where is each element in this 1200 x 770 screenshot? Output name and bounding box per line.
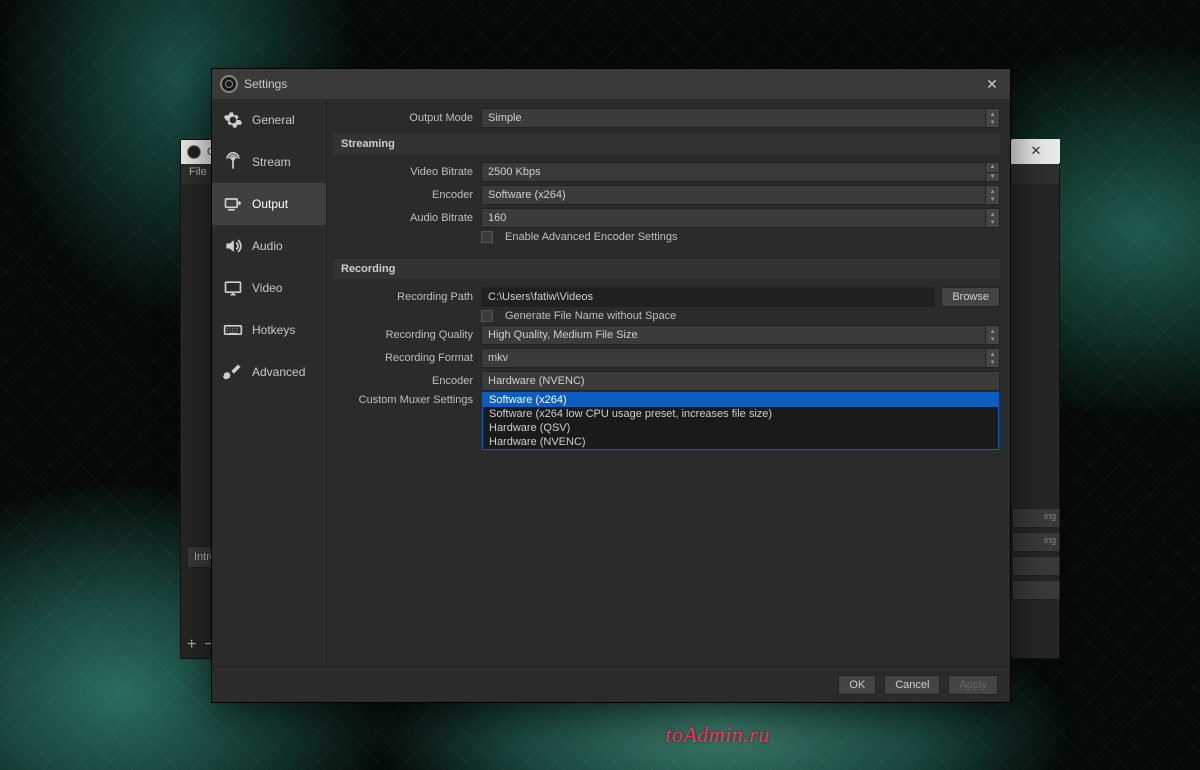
monitor-icon [222,277,244,299]
recording-format-label: Recording Format [333,352,481,364]
settings-close-button[interactable]: ✕ [974,69,1010,99]
video-bitrate-label: Video Bitrate [333,166,481,178]
cancel-button[interactable]: Cancel [884,675,940,695]
apply-button[interactable]: Apply [948,675,998,695]
encoder-option-x264[interactable]: Software (x264) [483,393,998,407]
sidebar-item-hotkeys[interactable]: Hotkeys [212,309,326,351]
output-mode-label: Output Mode [333,112,481,124]
video-bitrate-spinner[interactable]: 2500 Kbps ▲▼ [481,162,1000,182]
recording-section-header: Recording [333,259,1000,279]
recording-encoder-dropdown: Software (x264) Software (x264 low CPU u… [482,392,999,450]
obs-icon [187,145,201,159]
back-right-btn-4[interactable] [1012,580,1060,600]
sidebar-item-label: Advanced [252,365,305,379]
antenna-icon [222,151,244,173]
add-scene-button[interactable]: + [187,636,196,654]
enable-advanced-encoder-checkbox[interactable] [481,231,493,243]
recording-encoder-select[interactable]: Hardware (NVENC) Software (x264) Softwar… [481,371,1000,391]
settings-footer: OK Cancel Apply [212,666,1010,702]
tools-icon [222,361,244,383]
sidebar-item-label: Stream [252,155,291,169]
settings-title: Settings [244,77,287,91]
settings-titlebar: Settings ✕ [212,69,1010,99]
streaming-encoder-select[interactable]: Software (x264) ▴▾ [481,185,1000,205]
encoder-option-nvenc[interactable]: Hardware (NVENC) [483,435,998,449]
filename-no-space-label: Generate File Name without Space [505,310,676,322]
ok-button[interactable]: OK [838,675,876,695]
chevron-updown-icon: ▴▾ [985,186,999,204]
recording-quality-label: Recording Quality [333,329,481,341]
settings-sidebar: General Stream Output Audio [212,99,327,666]
spinner-up-icon[interactable]: ▲ [985,163,999,173]
sidebar-item-video[interactable]: Video [212,267,326,309]
sidebar-item-label: Video [252,281,282,295]
obs-main-close-button[interactable]: ✕ [1012,139,1060,163]
back-right-btn-1[interactable]: ing [1012,508,1060,528]
recording-format-select[interactable]: mkv ▴▾ [481,348,1000,368]
custom-muxer-label: Custom Muxer Settings [333,394,481,406]
chevron-updown-icon: ▴▾ [985,109,999,127]
sidebar-item-label: Audio [252,239,283,253]
chevron-updown-icon: ▴▾ [985,349,999,367]
streaming-encoder-label: Encoder [333,189,481,201]
recording-quality-select[interactable]: High Quality, Medium File Size ▴▾ [481,325,1000,345]
speaker-icon [222,235,244,257]
obs-icon [220,75,238,93]
audio-bitrate-select[interactable]: 160 ▴▾ [481,208,1000,228]
audio-bitrate-label: Audio Bitrate [333,212,481,224]
sidebar-item-output[interactable]: Output [212,183,326,225]
settings-window: Settings ✕ General Stream Outp [211,68,1011,703]
filename-no-space-checkbox[interactable] [481,310,493,322]
settings-main-panel: Output Mode Simple ▴▾ Streaming Video Bi… [327,99,1010,666]
output-icon [222,193,244,215]
enable-advanced-encoder-label: Enable Advanced Encoder Settings [505,231,677,243]
encoder-option-qsv[interactable]: Hardware (QSV) [483,421,998,435]
gear-icon [222,109,244,131]
sidebar-item-stream[interactable]: Stream [212,141,326,183]
back-right-btn-3[interactable] [1012,556,1060,576]
output-mode-select[interactable]: Simple ▴▾ [481,108,1000,128]
chevron-updown-icon: ▴▾ [985,326,999,344]
sidebar-item-label: Hotkeys [252,323,295,337]
keyboard-icon [222,319,244,341]
sidebar-item-general[interactable]: General [212,99,326,141]
chevron-updown-icon: ▴▾ [985,209,999,227]
streaming-section-header: Streaming [333,134,1000,154]
sidebar-item-label: General [252,113,295,127]
sidebar-item-advanced[interactable]: Advanced [212,351,326,393]
menu-file[interactable]: File [189,166,207,182]
scene-add-remove: + − [187,636,214,654]
sidebar-item-label: Output [252,197,288,211]
encoder-option-x264-lowcpu[interactable]: Software (x264 low CPU usage preset, inc… [483,407,998,421]
watermark-text: toAdmin.ru [665,722,770,748]
sidebar-item-audio[interactable]: Audio [212,225,326,267]
recording-path-label: Recording Path [333,291,481,303]
spinner-down-icon[interactable]: ▼ [985,173,999,182]
back-right-btn-2[interactable]: ing [1012,532,1060,552]
browse-button[interactable]: Browse [941,287,1000,307]
recording-path-input[interactable]: C:\Users\fatiw\Videos [481,287,935,307]
recording-encoder-label: Encoder [333,375,481,387]
